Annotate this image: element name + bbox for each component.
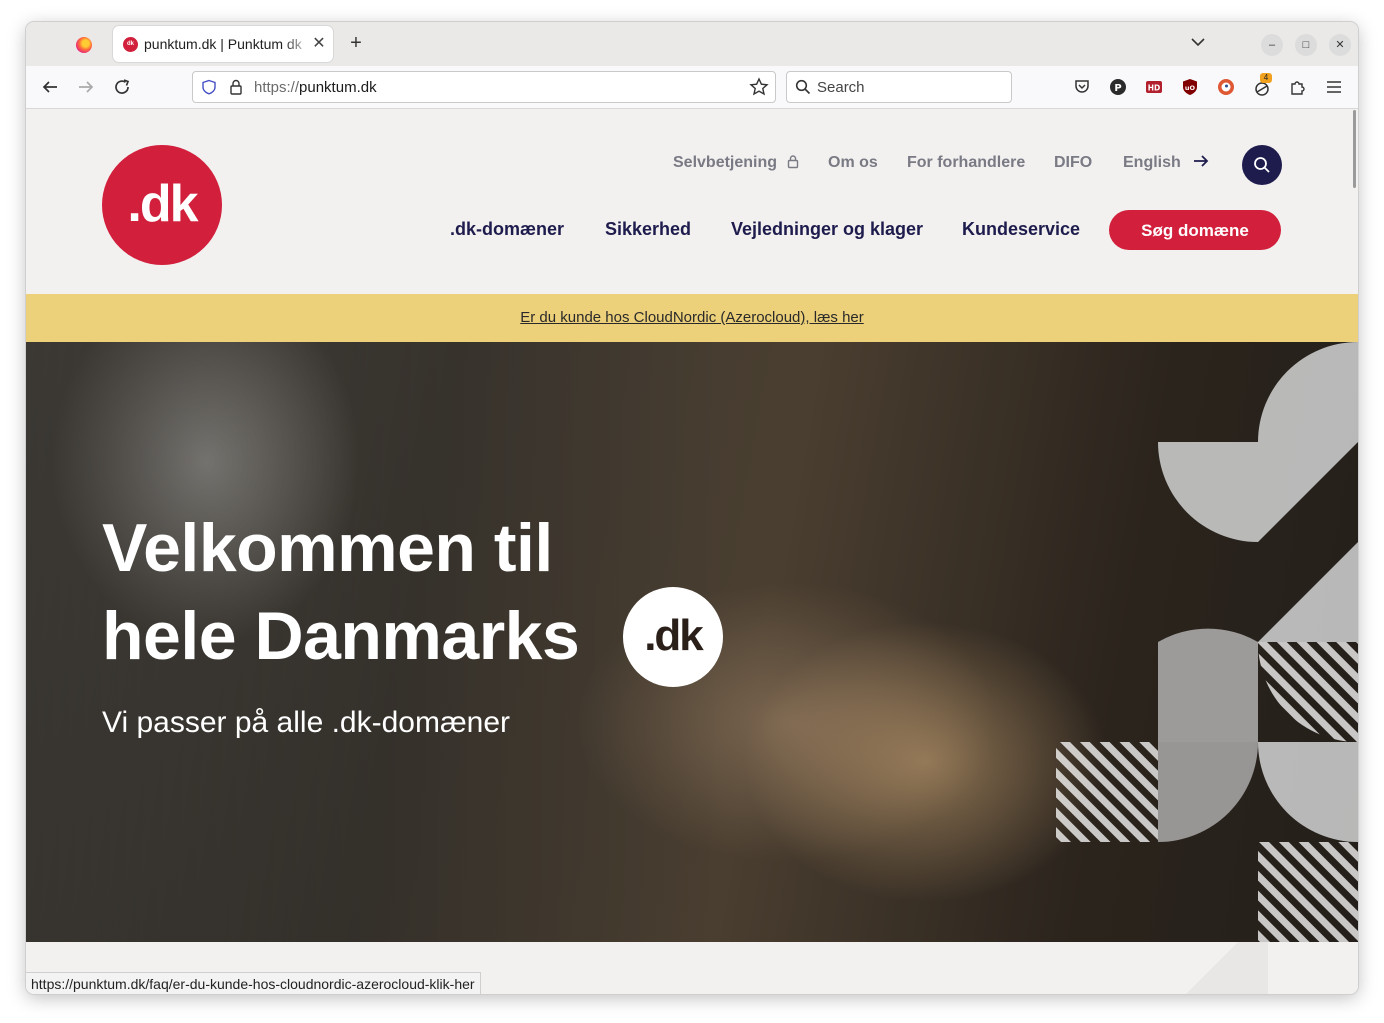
- close-window-button[interactable]: ✕: [1329, 34, 1351, 56]
- close-tab-icon[interactable]: ✕: [309, 33, 329, 53]
- punktum-logo[interactable]: .dk: [102, 145, 222, 265]
- tracking-shield-icon[interactable]: [201, 79, 217, 95]
- lock-icon[interactable]: [228, 78, 244, 96]
- browser-window: dk punktum.dk | Punktum dk ✕ + – □ ✕ htt…: [26, 22, 1358, 994]
- favicon-icon: dk: [123, 37, 138, 52]
- site-search-button[interactable]: [1242, 145, 1282, 185]
- hero-heading: Velkommen til hele Danmarks: [102, 504, 580, 680]
- svg-text:uO: uO: [1185, 84, 1196, 92]
- minimize-button[interactable]: –: [1261, 34, 1283, 56]
- dk-badge: .dk: [623, 587, 723, 687]
- nav-sikkerhed[interactable]: Sikkerhed: [605, 219, 691, 240]
- extension-badge: 4: [1260, 73, 1272, 83]
- url-bar[interactable]: https://punktum.dk: [192, 71, 776, 103]
- nav-kundeservice[interactable]: Kundeservice: [962, 219, 1080, 240]
- footer-decoration: [1186, 942, 1268, 994]
- pocket-icon[interactable]: [1073, 78, 1091, 96]
- tab-strip: dk punktum.dk | Punktum dk ✕ + – □ ✕: [26, 22, 1358, 66]
- util-link-om-os[interactable]: Om os: [828, 154, 878, 172]
- arrow-right-icon: [1194, 155, 1209, 167]
- maximize-button[interactable]: □: [1295, 34, 1317, 56]
- back-arrow-icon[interactable]: [38, 75, 62, 99]
- puzzle-extensions-icon[interactable]: [1289, 78, 1307, 96]
- nav-vejledninger-og-klager[interactable]: Vejledninger og klager: [731, 219, 923, 240]
- reload-icon[interactable]: [110, 75, 134, 99]
- search-domain-button[interactable]: Søg domæne: [1109, 210, 1281, 250]
- svg-text:P: P: [1114, 83, 1121, 94]
- web-page: .dk Selvbetjening Om os For forhandlere …: [26, 109, 1358, 994]
- notice-banner: Er du kunde hos CloudNordic (Azerocloud)…: [26, 294, 1358, 342]
- util-link-english[interactable]: English: [1123, 154, 1209, 172]
- search-icon: [1254, 157, 1270, 173]
- search-bar[interactable]: Search: [786, 71, 1012, 103]
- search-icon: [795, 79, 811, 95]
- page-scrollbar[interactable]: [1353, 110, 1356, 188]
- url-protocol: https://: [254, 79, 300, 96]
- url-host: punktum.dk: [299, 79, 377, 96]
- duckduckgo-icon[interactable]: [1217, 78, 1235, 96]
- hd-extension-icon[interactable]: HD: [1145, 78, 1163, 96]
- hero-geometric-pattern: [1056, 342, 1358, 942]
- hero-heading-line1: Velkommen til: [102, 510, 553, 586]
- search-placeholder: Search: [817, 79, 865, 96]
- util-link-label: English: [1123, 154, 1181, 171]
- hero-heading-line2: hele Danmarks: [102, 598, 580, 674]
- hamburger-menu-icon[interactable]: [1325, 78, 1343, 96]
- svg-text:HD: HD: [1148, 84, 1161, 93]
- firefox-view-icon[interactable]: [76, 37, 92, 53]
- hero-subtitle: Vi passer på alle .dk-domæner: [102, 706, 510, 739]
- util-link-difo[interactable]: DIFO: [1054, 154, 1092, 172]
- cloudnordic-notice-link[interactable]: Er du kunde hos CloudNordic (Azerocloud)…: [26, 309, 1358, 326]
- link-status-bar: https://punktum.dk/faq/er-du-kunde-hos-c…: [26, 972, 481, 994]
- new-tab-button[interactable]: +: [344, 32, 368, 55]
- bookmark-star-icon[interactable]: [749, 77, 769, 97]
- ublock-icon[interactable]: uO: [1181, 78, 1199, 96]
- util-link-for-forhandlere[interactable]: For forhandlere: [907, 154, 1025, 172]
- p-extension-icon[interactable]: P: [1109, 78, 1127, 96]
- util-link-label: Selvbetjening: [673, 154, 778, 171]
- padlock-icon: [788, 155, 799, 169]
- forward-arrow-icon[interactable]: [74, 75, 98, 99]
- tab-punktum[interactable]: dk punktum.dk | Punktum dk ✕: [113, 26, 333, 62]
- util-link-selvbetjening[interactable]: Selvbetjening: [673, 154, 799, 172]
- nav-dk-domaener[interactable]: .dk-domæner: [450, 219, 564, 240]
- chevron-down-icon[interactable]: [1188, 32, 1208, 52]
- hero-section: Velkommen til hele Danmarks .dk Vi passe…: [26, 342, 1358, 942]
- url-text: https://punktum.dk: [254, 79, 377, 96]
- nav-toolbar: https://punktum.dk Search P HD uO 4: [26, 66, 1358, 109]
